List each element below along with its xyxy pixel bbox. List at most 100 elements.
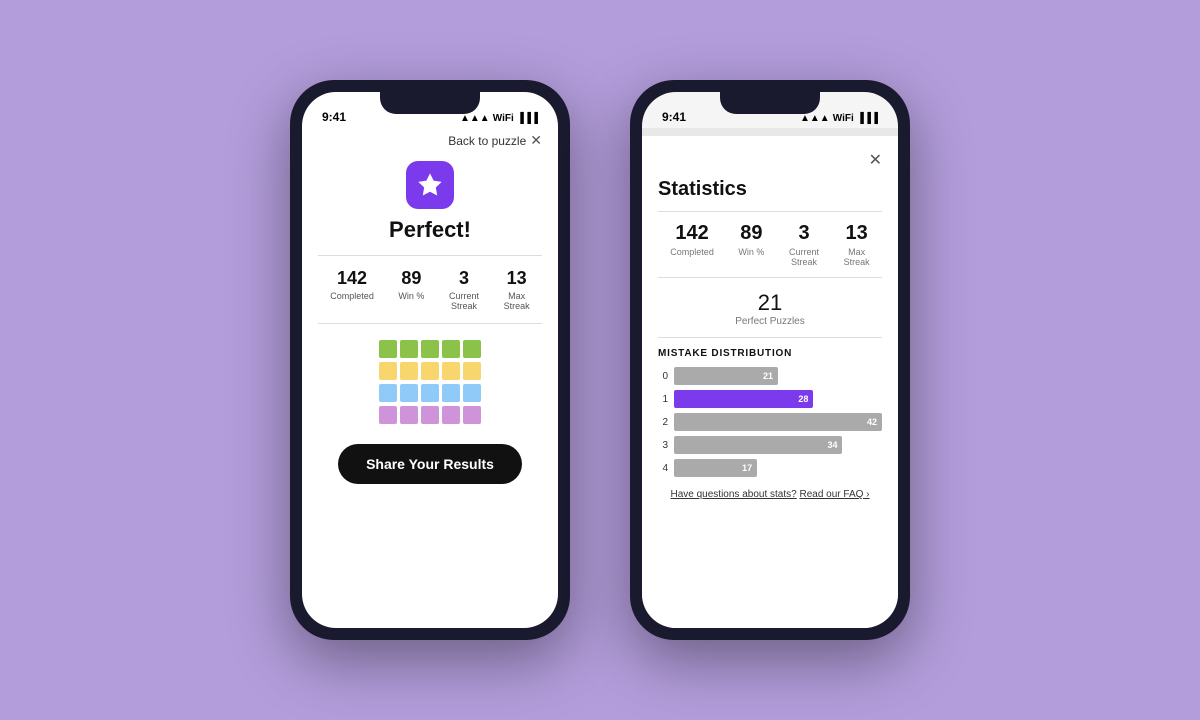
close-button[interactable]: ✕: [869, 150, 882, 170]
faq-link-text[interactable]: Read our FAQ ›: [799, 489, 869, 500]
stat-win: 89 Win %: [398, 268, 424, 311]
bar-row-3: 3 34: [658, 436, 882, 454]
bar-row-4: 4 17: [658, 459, 882, 477]
phone-2: 9:41 ▲▲▲ WiFi ▐▐▐ ✕ Statistics 142 Compl…: [630, 80, 910, 640]
phone2-screen: 9:41 ▲▲▲ WiFi ▐▐▐ ✕ Statistics 142 Compl…: [642, 92, 898, 628]
tile: [463, 406, 481, 424]
bar-track-1: 28: [674, 390, 882, 408]
bar-label-1: 1: [658, 394, 668, 405]
star-icon-wrap: [406, 161, 454, 209]
status-icons-1: ▲▲▲ WiFi ▐▐▐: [460, 113, 538, 124]
divider-1: [318, 255, 542, 256]
phone-1: 9:41 ▲▲▲ WiFi ▐▐▐ Back to puzzle ✕ Perfe…: [290, 80, 570, 640]
tile: [400, 384, 418, 402]
tile: [379, 340, 397, 358]
stat2-current-streak: 3 CurrentStreak: [789, 222, 819, 267]
bar-fill-4: 17: [674, 459, 757, 477]
tile: [379, 406, 397, 424]
close-row: ✕: [658, 150, 882, 170]
stat2-num-win: 89: [740, 222, 762, 245]
star-icon: [416, 171, 444, 199]
bar-track-4: 17: [674, 459, 882, 477]
tile: [421, 406, 439, 424]
stat2-max-streak: 13 MaxStreak: [844, 222, 870, 267]
tile: [379, 384, 397, 402]
stat2-completed: 142 Completed: [670, 222, 714, 267]
bar-row-1: 1 28: [658, 390, 882, 408]
tile: [400, 406, 418, 424]
bar-val-2: 42: [867, 417, 877, 427]
modal-body: ✕ Statistics 142 Completed 89 Win % 3 Cu…: [642, 136, 898, 628]
tile: [463, 362, 481, 380]
perfect-puzzles-section: 21 Perfect Puzzles: [658, 290, 882, 338]
bar-val-1: 28: [798, 394, 808, 404]
stats-row-2: 142 Completed 89 Win % 3 CurrentStreak 1…: [658, 222, 882, 278]
modal-header: [642, 128, 898, 136]
tile: [442, 362, 460, 380]
notch-1: [380, 92, 480, 114]
tile-row-purple: [379, 406, 481, 424]
faq-text: Have questions about stats?: [670, 489, 796, 500]
bar-row-0: 0 21: [658, 367, 882, 385]
share-button[interactable]: Share Your Results: [338, 444, 522, 484]
stat-completed: 142 Completed: [330, 268, 374, 311]
stat2-win: 89 Win %: [738, 222, 764, 267]
bar-val-0: 21: [763, 371, 773, 381]
tile: [442, 406, 460, 424]
divider-2: [318, 323, 542, 324]
tile: [421, 340, 439, 358]
tile-row-blue: [379, 384, 481, 402]
stat2-num-streak: 3: [798, 222, 809, 245]
close-icon-1[interactable]: ✕: [530, 132, 542, 149]
bar-fill-2: 42: [674, 413, 882, 431]
stat-num-completed: 142: [337, 268, 367, 289]
tile: [400, 340, 418, 358]
tile: [463, 384, 481, 402]
status-icons-2: ▲▲▲ WiFi ▐▐▐: [800, 113, 878, 124]
status-time-1: 9:41: [322, 110, 346, 124]
bar-label-0: 0: [658, 371, 668, 382]
tile-row-green: [379, 340, 481, 358]
stat-num-win: 89: [401, 268, 421, 289]
bar-val-3: 34: [827, 440, 837, 450]
stat-label-max: MaxStreak: [504, 291, 530, 311]
tile: [421, 384, 439, 402]
phone2-content: ✕ Statistics 142 Completed 89 Win % 3 Cu…: [642, 128, 898, 628]
tile: [400, 362, 418, 380]
stat-current-streak: 3 CurrentStreak: [449, 268, 479, 311]
tile: [379, 362, 397, 380]
tiles-wrap: [379, 340, 481, 424]
stat2-label-win: Win %: [738, 247, 764, 257]
mistake-dist-title: MISTAKE DISTRIBUTION: [658, 348, 882, 359]
bar-fill-1: 28: [674, 390, 813, 408]
bar-val-4: 17: [742, 463, 752, 473]
stat-num-max: 13: [507, 268, 527, 289]
stat-num-streak: 3: [459, 268, 469, 289]
back-link[interactable]: Back to puzzle ✕: [318, 128, 542, 149]
tile: [442, 340, 460, 358]
faq-link[interactable]: Have questions about stats? Read our FAQ…: [658, 489, 882, 500]
stat-max-streak: 13 MaxStreak: [504, 268, 530, 311]
phone1-content: Back to puzzle ✕ Perfect! 142 Completed …: [302, 128, 558, 628]
bar-fill-0: 21: [674, 367, 778, 385]
perfect-num: 21: [658, 290, 882, 316]
tile: [463, 340, 481, 358]
stat2-num-completed: 142: [675, 222, 708, 245]
status-time-2: 9:41: [662, 110, 686, 124]
bar-track-2: 42: [674, 413, 882, 431]
bar-track-3: 34: [674, 436, 882, 454]
notch-2: [720, 92, 820, 114]
back-link-text[interactable]: Back to puzzle: [448, 134, 526, 148]
bar-track-0: 21: [674, 367, 882, 385]
bar-label-3: 3: [658, 440, 668, 451]
stats-row-1: 142 Completed 89 Win % 3 CurrentStreak 1…: [318, 268, 542, 311]
bar-row-2: 2 42: [658, 413, 882, 431]
stat2-label-completed: Completed: [670, 247, 714, 257]
stat2-num-max: 13: [846, 222, 868, 245]
stat-label-win: Win %: [398, 291, 424, 301]
stat-label-completed: Completed: [330, 291, 374, 301]
phone1-screen: 9:41 ▲▲▲ WiFi ▐▐▐ Back to puzzle ✕ Perfe…: [302, 92, 558, 628]
tile-row-yellow: [379, 362, 481, 380]
bar-label-4: 4: [658, 463, 668, 474]
stat2-label-max: MaxStreak: [844, 247, 870, 267]
